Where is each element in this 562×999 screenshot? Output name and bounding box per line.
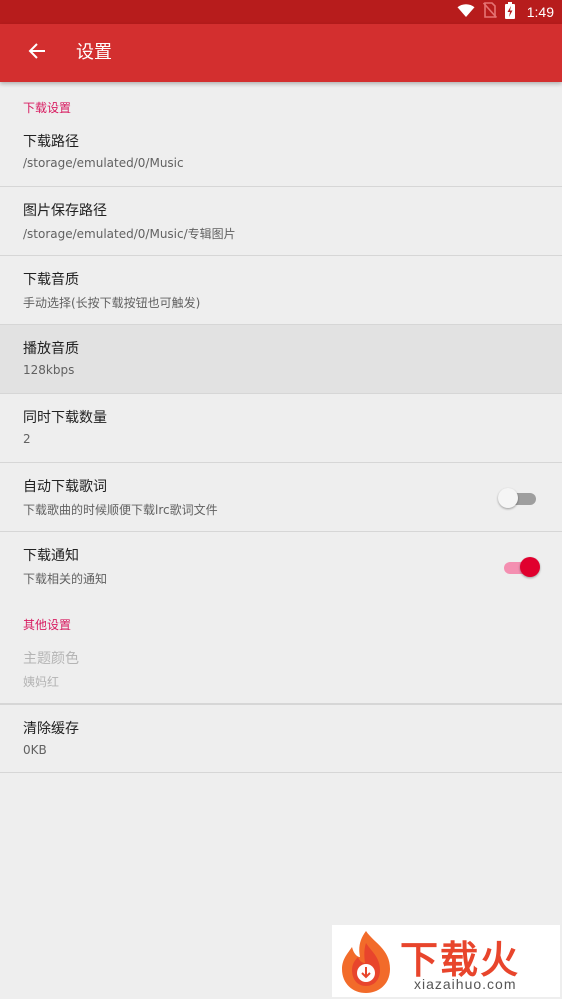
- setting-title: 清除缓存: [23, 721, 79, 737]
- app-bar: 设置: [0, 24, 562, 82]
- flame-logo-icon: [336, 929, 396, 999]
- setting-title: 主题颜色: [23, 651, 79, 667]
- arrow-left-icon: [28, 42, 46, 64]
- setting-title: 同时下载数量: [23, 410, 107, 426]
- section-header-other: 其他设置: [23, 618, 72, 632]
- setting-download-quality[interactable]: 下载音质 手动选择(长按下载按钮也可触发): [0, 256, 562, 325]
- setting-download-notify[interactable]: 下载通知 下载相关的通知: [0, 532, 562, 601]
- setting-summary: 下载歌曲的时候顺便下载lrc歌词文件: [23, 503, 218, 517]
- status-bar: 1:49: [0, 0, 562, 24]
- status-time: 1:49: [526, 4, 554, 20]
- setting-clear-cache[interactable]: 清除缓存 0KB: [0, 704, 562, 773]
- setting-title: 下载音质: [23, 272, 79, 288]
- wifi-icon: [457, 3, 475, 22]
- setting-title: 图片保存路径: [23, 203, 107, 219]
- setting-summary: 0KB: [23, 743, 47, 757]
- section-header-download: 下载设置: [23, 101, 72, 115]
- setting-title: 下载路径: [23, 134, 79, 150]
- setting-auto-lyrics[interactable]: 自动下载歌词 下载歌曲的时候顺便下载lrc歌词文件: [0, 463, 562, 532]
- setting-concurrent-downloads[interactable]: 同时下载数量 2: [0, 394, 562, 463]
- setting-summary: /storage/emulated/0/Music: [23, 156, 184, 170]
- watermark-url: xiazaihuo.com: [414, 976, 517, 992]
- setting-title: 下载通知: [23, 548, 79, 564]
- setting-image-path[interactable]: 图片保存路径 /storage/emulated/0/Music/专辑图片: [0, 187, 562, 256]
- status-icons: 1:49: [457, 0, 554, 24]
- battery-charging-icon: [504, 1, 515, 23]
- no-sim-icon: [482, 2, 497, 22]
- watermark: 下载火 xiazaihuo.com: [332, 925, 560, 997]
- setting-summary: /storage/emulated/0/Music/专辑图片: [23, 227, 236, 241]
- setting-summary: 手动选择(长按下载按钮也可触发): [23, 296, 201, 310]
- page-title: 设置: [76, 42, 112, 63]
- setting-play-quality[interactable]: 播放音质 128kbps: [0, 325, 562, 394]
- setting-title: 自动下载歌词: [23, 479, 107, 495]
- auto-lyrics-toggle[interactable]: [498, 488, 540, 508]
- toggle-thumb: [520, 557, 540, 577]
- download-notify-toggle[interactable]: [502, 557, 540, 577]
- setting-summary: 下载相关的通知: [23, 572, 108, 586]
- setting-summary: 姨妈红: [23, 675, 60, 689]
- toggle-thumb: [498, 488, 518, 508]
- setting-download-path[interactable]: 下载路径 /storage/emulated/0/Music: [0, 130, 562, 187]
- setting-summary: 128kbps: [23, 363, 75, 377]
- back-button[interactable]: [20, 36, 54, 70]
- setting-summary: 2: [23, 432, 31, 446]
- setting-title: 播放音质: [23, 341, 79, 357]
- setting-theme-color: 主题颜色 姨妈红: [0, 647, 562, 704]
- settings-list: 下载设置 下载路径 /storage/emulated/0/Music 图片保存…: [0, 84, 562, 773]
